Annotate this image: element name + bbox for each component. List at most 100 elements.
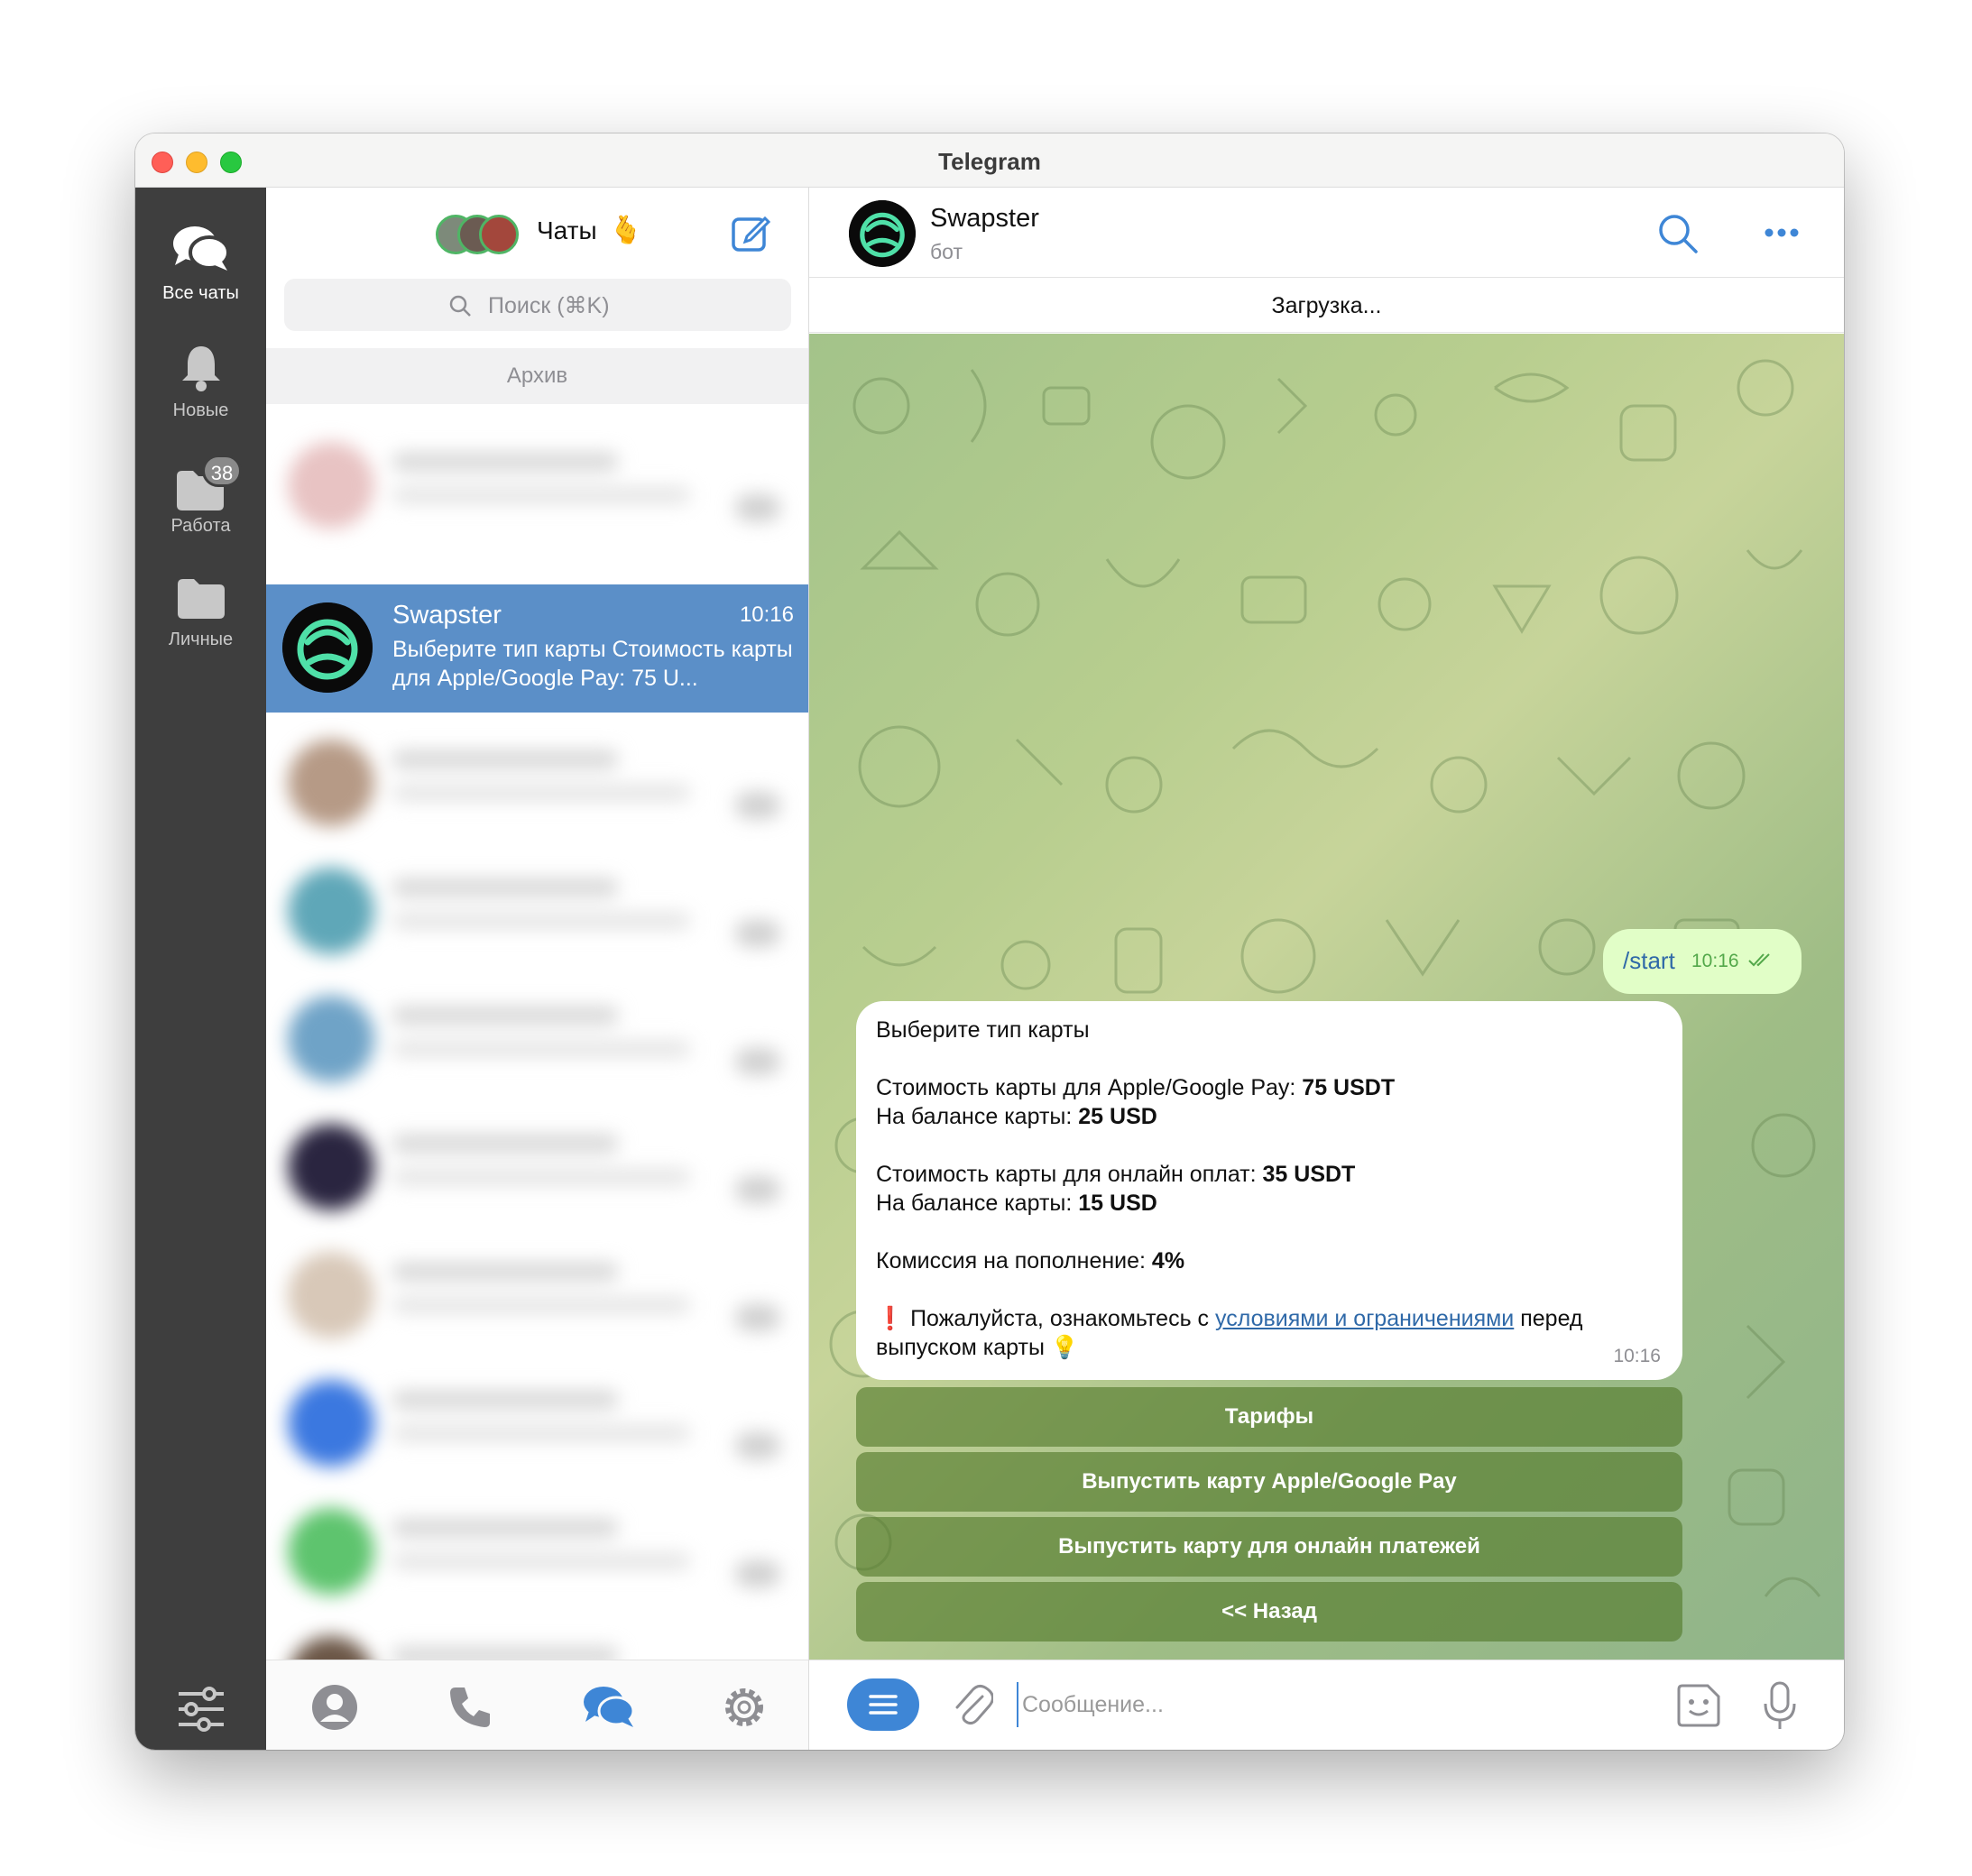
more-icon[interactable] [1764, 227, 1800, 238]
chat-list-item[interactable] [266, 848, 808, 974]
chat-list-item[interactable] [266, 1488, 808, 1614]
window-title: Telegram [938, 148, 1041, 175]
avatar [288, 1508, 374, 1595]
folder-new[interactable]: Новые [135, 343, 266, 421]
chat-preview [392, 1553, 690, 1569]
chat-title: Swapster [930, 204, 1039, 233]
sticker-icon[interactable] [1675, 1682, 1722, 1729]
chat-name [392, 878, 618, 897]
apple-price-label: Стоимость карты для Apple/Google Pay: [876, 1075, 1303, 1100]
folder-all-chats[interactable]: Все чаты [135, 224, 266, 304]
folder-personal[interactable]: Личные [135, 575, 266, 650]
chat-name: Swapster [392, 601, 502, 630]
sliders-icon[interactable] [177, 1687, 226, 1732]
message-body: Выберите тип карты Стоимость карты для A… [876, 1016, 1670, 1362]
unread-badge [735, 792, 780, 819]
swapster-avatar [282, 602, 373, 693]
tariffs-button[interactable]: Тарифы [856, 1387, 1682, 1447]
back-button[interactable]: << Назад [856, 1582, 1682, 1642]
chat-list-item[interactable] [266, 1104, 808, 1230]
chat-header[interactable]: Swapster бот [809, 188, 1844, 278]
message-line: На балансе карты: 25 USD [876, 1102, 1670, 1131]
avatar [288, 1380, 374, 1467]
apple-balance-value: 25 USD [1078, 1104, 1157, 1129]
chat-name [392, 1391, 618, 1409]
fee-label: Комиссия на пополнение: [876, 1248, 1152, 1274]
menu-icon [869, 1695, 898, 1715]
bot-menu-button[interactable] [847, 1678, 919, 1731]
unread-badge [735, 1176, 780, 1203]
bottom-tab-bar [266, 1660, 808, 1750]
chats-icon[interactable] [582, 1684, 636, 1731]
chats-icon [172, 226, 230, 271]
title-bar: Telegram [135, 133, 1844, 188]
message-composer [809, 1660, 1844, 1750]
stories-avatars[interactable] [436, 215, 526, 254]
chat-list-item-swapster[interactable]: Swapster 10:16 Выберите тип карты Стоимо… [266, 584, 808, 713]
chat-list-item[interactable] [266, 1232, 808, 1358]
chat-preview [392, 487, 690, 503]
calls-icon[interactable] [447, 1684, 493, 1731]
folders-sidebar: Все чаты Новые 38 Работа Личные [135, 188, 266, 1750]
unread-badge [735, 1560, 780, 1587]
search-placeholder: Поиск (⌘K) [488, 293, 610, 318]
balance-label: На балансе карты: [876, 1104, 1079, 1129]
search-icon [449, 295, 471, 317]
swapster-avatar[interactable] [849, 200, 916, 267]
folder-label: Личные [168, 630, 234, 649]
chat-name [392, 453, 618, 471]
contacts-icon[interactable] [311, 1684, 358, 1731]
message-text[interactable]: /start [1623, 947, 1675, 975]
double-check-icon [1748, 953, 1770, 967]
unread-badge [735, 920, 780, 947]
chat-list-item[interactable] [266, 1360, 808, 1486]
incoming-message[interactable]: Выберите тип карты Стоимость карты для A… [856, 1001, 1682, 1380]
online-price-label: Стоимость карты для онлайн оплат: [876, 1162, 1263, 1187]
online-price-value: 35 USDT [1262, 1162, 1356, 1187]
story-avatar[interactable] [479, 215, 519, 254]
outgoing-message[interactable]: /start 10:16 [1603, 929, 1802, 994]
unread-badge [735, 494, 780, 521]
compose-icon[interactable] [731, 213, 770, 253]
message-time: 10:16 [1691, 951, 1739, 971]
avatar [288, 996, 374, 1082]
chat-list-item[interactable] [266, 720, 808, 846]
avatar [288, 1252, 374, 1338]
microphone-icon[interactable] [1762, 1680, 1798, 1731]
chat-preview [392, 1169, 690, 1185]
message-line: Стоимость карты для онлайн оплат: 35 USD… [876, 1160, 1670, 1189]
telegram-window: Telegram Все чаты Новые 38 Работа Личные… [135, 133, 1844, 1750]
issue-online-payments-card-button[interactable]: Выпустить карту для онлайн платежей [856, 1517, 1682, 1577]
search-icon[interactable] [1657, 213, 1699, 254]
chat-list-header: Чаты 🫰 [266, 188, 808, 278]
folder-work[interactable]: 38 Работа [135, 455, 266, 537]
exclamation-icon: ❗ [876, 1306, 905, 1331]
chat-name [392, 1007, 618, 1025]
archive-row[interactable]: Архив [266, 348, 808, 404]
settings-icon[interactable] [721, 1684, 768, 1731]
terms-link[interactable]: условиями и ограничениями [1215, 1306, 1514, 1331]
unread-badge [735, 1048, 780, 1075]
message-input[interactable] [1017, 1682, 1648, 1727]
folder-label: Работа [170, 516, 231, 536]
chat-preview [392, 1041, 690, 1057]
chat-preview [392, 1425, 690, 1441]
loading-status: Загрузка... [809, 279, 1844, 333]
folder-label: Все чаты [162, 283, 239, 303]
issue-apple-google-pay-card-button[interactable]: Выпустить карту Apple/Google Pay [856, 1452, 1682, 1512]
paperclip-icon[interactable] [952, 1682, 993, 1727]
status-emoji[interactable]: 🫰 [609, 215, 642, 246]
message-line: На балансе карты: 15 USD [876, 1189, 1670, 1218]
chat-list-panel: Чаты 🫰 Поиск (⌘K) Архив Swapster 10:16 В… [266, 188, 809, 1750]
search-field[interactable]: Поиск (⌘K) [284, 279, 791, 331]
chat-name [392, 750, 618, 768]
chat-preview: Выберите тип карты Стоимость карты для A… [392, 637, 793, 691]
avatar [288, 442, 374, 529]
chat-list-item[interactable] [266, 976, 808, 1102]
chat-name [392, 1519, 618, 1537]
chat-list-item[interactable] [266, 422, 808, 548]
chat-list-title: Чаты [537, 216, 597, 244]
avatar [288, 868, 374, 954]
folder-icon [177, 579, 225, 619]
chat-preview [392, 785, 690, 801]
